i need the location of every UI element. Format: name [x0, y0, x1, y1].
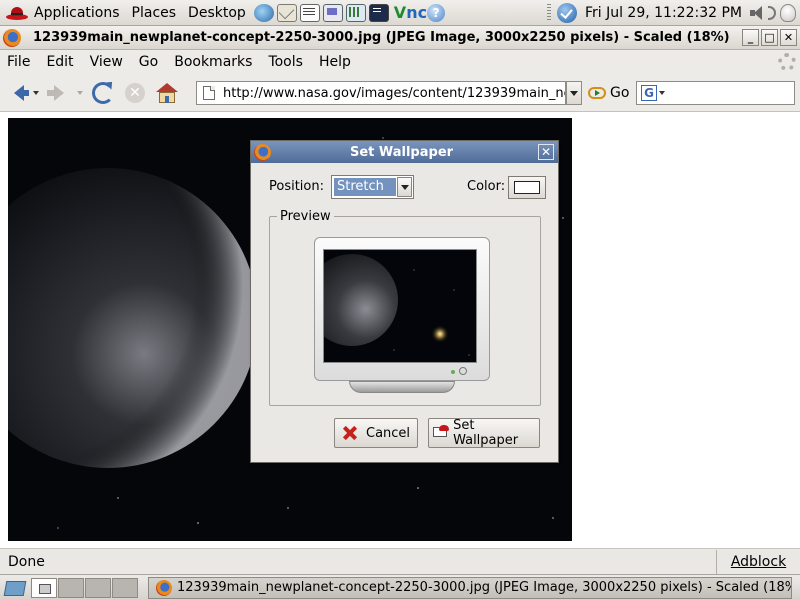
menu-edit[interactable]: Edit [39, 50, 82, 74]
menubar: File Edit View Go Bookmarks Tools Help [0, 50, 800, 74]
reload-button[interactable] [90, 80, 116, 106]
web-browser-icon[interactable] [253, 3, 274, 22]
forward-arrow-icon [47, 84, 64, 101]
window-titlebar[interactable]: 123939main_newplanet-concept-2250-3000.j… [0, 26, 800, 50]
forward-button[interactable] [47, 80, 76, 106]
stop-button[interactable]: ✕ [122, 80, 148, 106]
panel-tray: Fri Jul 29, 11:22:32 PM [546, 0, 800, 26]
color-label: Color: [467, 179, 506, 194]
go-arrow-icon [588, 87, 606, 99]
chevron-down-icon[interactable] [397, 177, 412, 197]
color-picker-button[interactable] [508, 176, 546, 199]
desktop-menu[interactable]: Desktop [182, 0, 252, 26]
volume-waves-icon [768, 5, 776, 20]
show-desktop-icon[interactable] [3, 578, 27, 598]
home-icon [156, 82, 178, 103]
presentation-icon[interactable] [322, 3, 343, 22]
preview-label: Preview [277, 209, 334, 224]
redhat-logo-icon[interactable] [6, 6, 28, 20]
terminal-icon[interactable] [368, 3, 389, 22]
workspace-2[interactable] [58, 577, 84, 598]
monitor-stand [349, 381, 455, 393]
set-wallpaper-button[interactable]: Set Wallpaper [428, 418, 540, 448]
firefox-icon[interactable] [3, 28, 21, 47]
top-panel: Applications Places Desktop Vnc ? Fri Ju… [0, 0, 800, 26]
forward-history-dropdown[interactable] [76, 88, 86, 98]
minimize-button[interactable]: _ [742, 29, 759, 46]
update-checkmark-icon[interactable] [556, 2, 577, 23]
firefox-icon [254, 143, 271, 161]
url-text[interactable]: http://www.nasa.gov/images/content/12393… [223, 86, 565, 101]
volume-icon[interactable] [748, 4, 766, 22]
preview-wallpaper [324, 254, 470, 356]
search-bar[interactable]: G [636, 81, 795, 105]
adblock-button[interactable]: Adblock [716, 549, 800, 574]
close-window-button[interactable]: ✕ [780, 29, 797, 46]
word-processor-icon[interactable] [299, 3, 320, 22]
spreadsheet-icon[interactable] [345, 3, 366, 22]
menu-view[interactable]: View [83, 50, 132, 74]
page-icon [203, 86, 215, 100]
dialog-titlebar[interactable]: Set Wallpaper ✕ [251, 141, 558, 163]
url-bar[interactable]: http://www.nasa.gov/images/content/12393… [196, 81, 566, 105]
places-menu[interactable]: Places [126, 0, 183, 26]
back-arrow-icon [14, 84, 29, 101]
window-controls: _ □ ✕ [740, 29, 797, 46]
back-history-dropdown[interactable] [32, 88, 42, 98]
status-text: Done [8, 553, 45, 570]
position-label: Position: [269, 179, 324, 194]
reload-icon [92, 81, 114, 104]
help-icon[interactable]: ? [427, 3, 446, 22]
position-select[interactable]: Stretch [331, 175, 414, 199]
monitor-preview [314, 237, 490, 393]
menu-go[interactable]: Go [132, 50, 167, 74]
throbber-icon [778, 53, 796, 71]
cancel-label: Cancel [366, 425, 411, 441]
planet-rim [8, 168, 258, 468]
taskbar-firefox-button[interactable]: 123939main_newplanet-concept-2250-3000.j… [148, 576, 792, 599]
go-button[interactable]: Go [588, 84, 629, 102]
email-icon[interactable] [276, 3, 297, 22]
google-search-icon[interactable]: G [641, 85, 657, 101]
home-button[interactable] [154, 80, 180, 106]
taskbar-label: 123939main_newplanet-concept-2250-3000.j… [177, 580, 791, 595]
position-value: Stretch [334, 178, 396, 196]
vnc-icon[interactable]: Vnc [394, 3, 427, 22]
stop-icon: ✕ [125, 82, 145, 103]
menu-help[interactable]: Help [312, 50, 360, 74]
url-history-dropdown[interactable] [566, 81, 582, 105]
search-engine-dropdown[interactable] [658, 88, 668, 98]
monitor-power-led [451, 370, 455, 374]
workspace-4[interactable] [112, 577, 138, 598]
dialog-close-button[interactable]: ✕ [538, 144, 554, 160]
clock[interactable]: Fri Jul 29, 11:22:32 PM [585, 5, 742, 21]
back-button[interactable] [6, 80, 32, 106]
lamp-icon[interactable] [780, 3, 796, 22]
cancel-button[interactable]: Cancel [334, 418, 418, 448]
bottom-panel: 123939main_newplanet-concept-2250-3000.j… [0, 574, 800, 600]
panel-separator [546, 3, 551, 22]
dialog-title: Set Wallpaper [349, 144, 454, 160]
status-bar: Done Adblock [0, 548, 800, 574]
menu-file[interactable]: File [0, 50, 39, 74]
workspace-1[interactable] [31, 577, 57, 598]
workspace-3[interactable] [85, 577, 111, 598]
firefox-icon [156, 579, 172, 596]
cancel-x-icon [342, 425, 358, 441]
menu-bookmarks[interactable]: Bookmarks [167, 50, 261, 74]
applications-menu[interactable]: Applications [28, 0, 126, 26]
set-wallpaper-dialog: Set Wallpaper ✕ Position: Stretch Color:… [250, 140, 559, 463]
monitor-knob [459, 367, 467, 375]
color-swatch [514, 181, 540, 194]
window-title: 123939main_newplanet-concept-2250-3000.j… [33, 30, 733, 45]
set-wallpaper-icon [433, 425, 450, 441]
menu-tools[interactable]: Tools [261, 50, 312, 74]
maximize-button[interactable]: □ [761, 29, 778, 46]
go-label: Go [610, 85, 630, 101]
monitor-screen [323, 249, 477, 363]
set-wallpaper-label: Set Wallpaper [453, 418, 519, 448]
launchers: Vnc ? [253, 3, 446, 22]
